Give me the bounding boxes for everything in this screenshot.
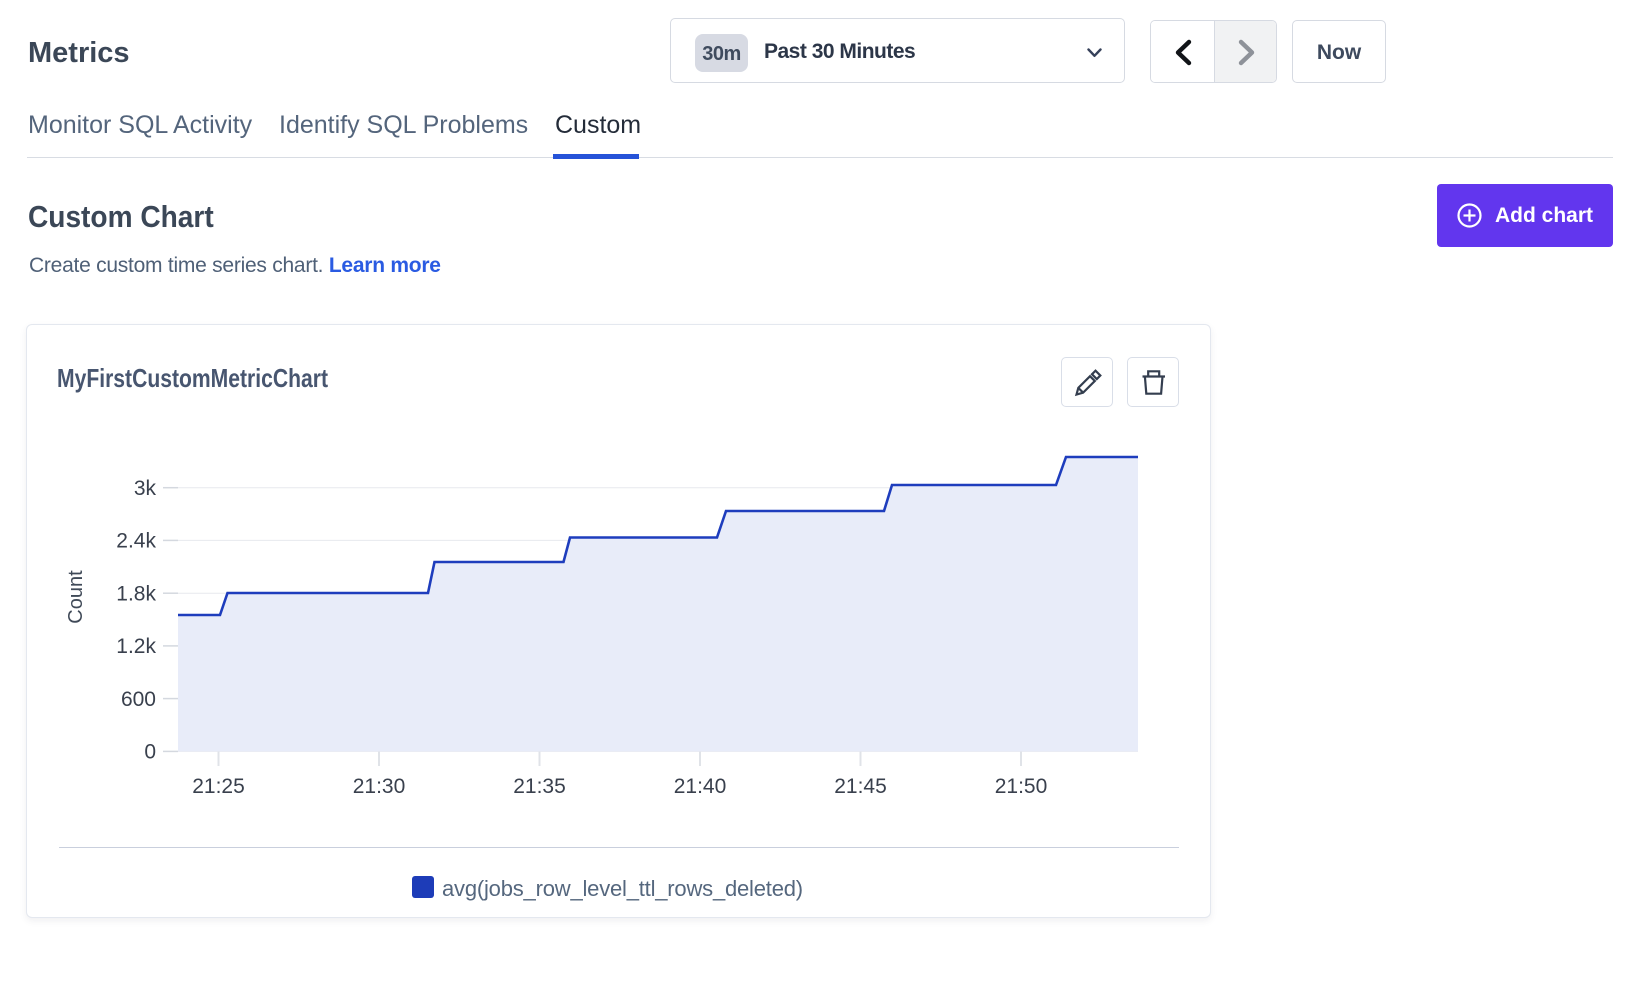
- svg-text:600: 600: [121, 688, 156, 711]
- svg-text:21:50: 21:50: [995, 775, 1048, 798]
- svg-text:1.8k: 1.8k: [116, 582, 156, 605]
- svg-text:21:30: 21:30: [353, 775, 406, 798]
- svg-text:0: 0: [144, 741, 156, 764]
- svg-text:21:45: 21:45: [834, 775, 887, 798]
- svg-text:1.2k: 1.2k: [116, 635, 156, 658]
- svg-text:21:35: 21:35: [513, 775, 566, 798]
- svg-text:Count: Count: [65, 570, 87, 624]
- svg-text:21:25: 21:25: [192, 775, 245, 798]
- svg-text:2.4k: 2.4k: [116, 530, 156, 553]
- svg-text:21:40: 21:40: [674, 775, 727, 798]
- svg-text:3k: 3k: [134, 477, 157, 500]
